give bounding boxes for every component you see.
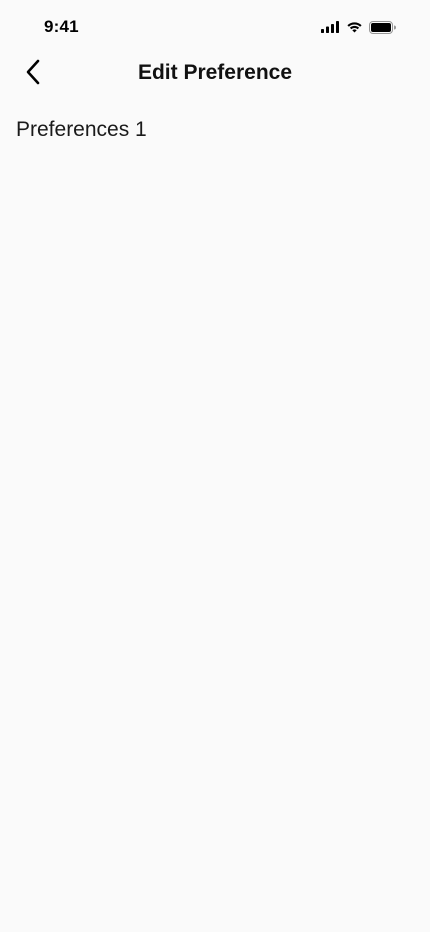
status-time: 9:41 bbox=[44, 17, 79, 36]
wifi-icon bbox=[346, 21, 363, 33]
status-icons bbox=[321, 20, 396, 34]
status-bar: 9:41 bbox=[0, 0, 430, 54]
cellular-signal-icon bbox=[321, 21, 340, 33]
page-title: Edit Preference bbox=[137, 61, 293, 84]
nav-bar: Edit Preference bbox=[0, 54, 430, 94]
battery-icon bbox=[369, 20, 396, 34]
preferences-section-label: Preferences 1 bbox=[16, 118, 147, 141]
